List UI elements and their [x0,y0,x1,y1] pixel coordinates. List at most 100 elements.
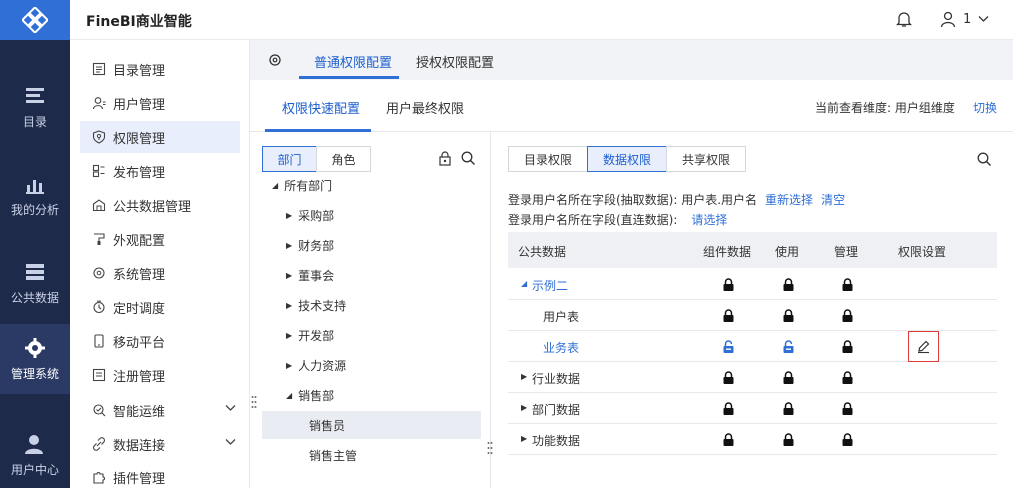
lock-icon[interactable] [782,371,795,385]
menu-item-1[interactable]: 用户管理 [80,87,240,119]
menu-item-12[interactable]: 插件管理 [80,461,240,488]
rail-item-user-center[interactable]: 用户中心 [0,420,70,488]
lock-filter-icon[interactable] [438,151,452,166]
unlock-icon[interactable] [722,340,735,354]
settings-icon[interactable] [268,53,282,67]
lock-icon[interactable] [782,278,795,292]
resize-handle-icon[interactable] [251,395,257,409]
tree-node[interactable]: ◢ 所有部门 [272,171,332,199]
tree-node[interactable]: ▶ 开发部 [286,321,334,349]
row-name[interactable]: 业务表 [543,339,579,356]
table-row[interactable]: ◢ 示例二 [508,269,997,300]
caret-down-icon[interactable]: ◢ [286,391,292,400]
caret-right-icon[interactable]: ▶ [521,372,527,381]
search-icon[interactable] [461,151,476,166]
user-icon[interactable] [940,11,956,28]
lock-icon[interactable] [722,309,735,323]
chevron-down-icon[interactable] [978,15,989,23]
caret-right-icon[interactable]: ▶ [521,403,527,412]
lock-icon[interactable] [782,402,795,416]
switch-link[interactable]: 切换 [973,99,997,116]
lock-icon[interactable] [841,278,854,292]
menu-item-3[interactable]: 发布管理 [80,155,240,187]
row-name[interactable]: 示例二 [532,277,568,294]
tree-node[interactable]: 销售员 [262,411,481,439]
rail-item-public-data[interactable]: 公共数据 [0,248,70,318]
menu-item-6[interactable]: 系统管理 [80,257,240,289]
tab-grant-permission[interactable]: 授权权限配置 [416,52,494,71]
caret-down-icon[interactable]: ◢ [272,181,278,190]
tree-node[interactable]: ▶ 采购部 [286,201,334,229]
menu-item-9[interactable]: 注册管理 [80,359,240,391]
menu-item-5[interactable]: 外观配置 [80,223,240,255]
tab-department[interactable]: 部门 [262,146,317,172]
tab-final-permission[interactable]: 用户最终权限 [386,98,464,117]
caret-right-icon[interactable]: ▶ [286,331,292,340]
lock-icon[interactable] [841,371,854,385]
search-icon[interactable] [977,152,992,167]
tree-node[interactable]: ▶ 人力资源 [286,351,346,379]
table-row[interactable]: ▶ 行业数据 [508,362,997,393]
menu-item-8[interactable]: 移动平台 [80,325,240,357]
select-link[interactable]: 请选择 [691,213,727,227]
lock-icon[interactable] [841,309,854,323]
user-name[interactable]: 1 [963,12,971,27]
tree-node[interactable]: 销售主管 [309,441,357,469]
tab-share-permission[interactable]: 共享权限 [666,146,746,172]
appearance-icon [94,233,105,245]
caret-right-icon[interactable]: ▶ [521,434,527,443]
rail-item-my-analysis[interactable]: 我的分析 [0,160,70,230]
tree-node[interactable]: ▶ 技术支持 [286,291,346,319]
edit-permission-button[interactable] [908,331,939,362]
tab-role[interactable]: 角色 [316,146,371,172]
caret-right-icon[interactable]: ▶ [286,361,292,370]
tree-node[interactable]: ▶ 财务部 [286,231,334,259]
reselect-link[interactable]: 重新选择 [765,193,813,207]
tab-data-permission[interactable]: 数据权限 [587,146,667,172]
lock-icon[interactable] [841,402,854,416]
caret-right-icon[interactable]: ▶ [286,301,292,310]
logo[interactable] [0,0,70,40]
lock-icon[interactable] [722,433,735,447]
table-row[interactable]: 用户表 [508,300,997,331]
chevron-down-icon[interactable] [225,404,236,412]
row-name[interactable]: 功能数据 [532,432,580,449]
bell-icon[interactable] [896,11,912,28]
chevron-down-icon[interactable] [225,438,236,446]
rail-item-management[interactable]: 管理系统 [0,324,70,394]
menu-item-2[interactable]: 权限管理 [80,121,240,153]
lock-icon[interactable] [782,309,795,323]
menu-item-7[interactable]: 定时调度 [80,291,240,323]
lock-icon[interactable] [722,371,735,385]
tab-quick-config[interactable]: 权限快速配置 [282,98,360,117]
tab-directory-permission[interactable]: 目录权限 [508,146,588,172]
table-row[interactable]: ▶ 部门数据 [508,393,997,424]
unlock-icon[interactable] [782,340,795,354]
caret-down-icon[interactable]: ◢ [521,279,527,288]
lock-icon[interactable] [782,433,795,447]
row-name[interactable]: 部门数据 [532,401,580,418]
lock-icon[interactable] [722,402,735,416]
lock-icon[interactable] [722,278,735,292]
row-name[interactable]: 行业数据 [532,370,580,387]
public-data-manage-icon [92,199,106,212]
table-row[interactable]: ▶ 功能数据 [508,424,997,455]
menu-item-0[interactable]: 目录管理 [80,53,240,85]
lock-icon[interactable] [841,433,854,447]
row-name[interactable]: 用户表 [543,308,579,325]
tab-normal-permission[interactable]: 普通权限配置 [314,52,392,71]
menu-item-4[interactable]: 公共数据管理 [80,189,240,221]
menu-item-10[interactable]: 智能运维 [80,394,240,426]
menu-item-label: 用户管理 [113,97,166,113]
caret-right-icon[interactable]: ▶ [286,271,292,280]
tree-node[interactable]: ◢ 销售部 [286,381,334,409]
caret-right-icon[interactable]: ▶ [286,241,292,250]
lock-icon[interactable] [841,340,854,354]
rail-item-catalog[interactable]: 目录 [0,72,70,142]
clear-link[interactable]: 清空 [821,193,845,207]
resize-handle-icon[interactable] [487,441,493,455]
menu-item-11[interactable]: 数据连接 [80,428,240,460]
tree-node[interactable]: ▶ 董事会 [286,261,334,289]
caret-right-icon[interactable]: ▶ [286,211,292,220]
menu-item-label: 公共数据管理 [113,199,192,215]
